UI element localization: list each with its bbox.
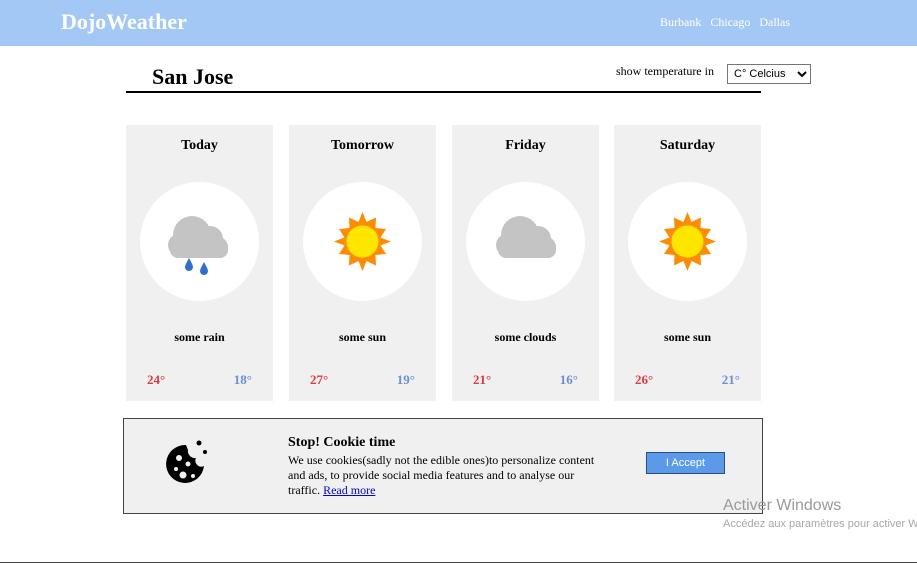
forecast-card-today: Today some rain 24° 18° — [126, 125, 273, 401]
weather-icon-circle — [303, 182, 422, 301]
low-temp: 21° — [721, 372, 740, 387]
high-temp: 27° — [310, 372, 329, 387]
bottom-border — [0, 562, 917, 563]
forecast-description: some sun — [663, 330, 711, 344]
cookie-title: Stop! Cookie time — [288, 435, 396, 450]
weather-icon-circle — [466, 182, 585, 301]
forecast-card-tomorrow: Tomorrow some sun 27° 19° — [289, 125, 436, 401]
forecast-day: Today — [181, 138, 218, 153]
forecast-description: some sun — [338, 330, 386, 344]
title-divider — [126, 91, 761, 93]
nav-link-chicago[interactable]: Chicago — [710, 15, 750, 29]
cookie-icon — [166, 439, 208, 496]
forecast-day: Saturday — [659, 138, 716, 153]
cookie-message: We use cookies(sadly not the edible ones… — [288, 453, 598, 498]
cookie-banner: Stop! Cookie time We use cookies(sadly n… — [123, 418, 763, 514]
forecast-day: Friday — [505, 138, 546, 153]
city-title: San Jose — [152, 64, 234, 89]
forecast-description: some clouds — [494, 330, 557, 344]
accept-cookies-button[interactable]: I Accept — [646, 452, 725, 474]
cloud-icon — [496, 216, 556, 258]
forecast-card-saturday: Saturday some sun 26° 21° — [614, 125, 761, 401]
sun-icon — [334, 212, 391, 271]
activation-watermark-subtitle: Accédez aux paramètres pour activer Wind… — [723, 518, 917, 530]
sun-icon — [659, 212, 716, 271]
low-temp: 19° — [396, 372, 415, 387]
weather-icon-circle — [628, 182, 747, 301]
low-temp: 16° — [559, 372, 578, 387]
weather-icon-circle — [140, 182, 259, 301]
high-temp: 24° — [147, 372, 166, 387]
activation-watermark-title: Activer Windows — [723, 497, 842, 514]
read-more-link[interactable]: Read more — [323, 483, 375, 497]
nav-link-dallas[interactable]: Dallas — [759, 15, 790, 29]
nav-link-burbank[interactable]: Burbank — [660, 15, 701, 29]
top-navbar: DojoWeather Burbank Chicago Dallas — [0, 0, 917, 46]
forecast-description: some rain — [174, 330, 225, 344]
brand-logo[interactable]: DojoWeather — [61, 9, 187, 35]
high-temp: 21° — [473, 372, 492, 387]
low-temp: 18° — [233, 372, 252, 387]
unit-label: show temperature in — [616, 64, 714, 78]
high-temp: 26° — [635, 372, 654, 387]
rain-cloud-icon — [168, 216, 228, 275]
city-nav: Burbank Chicago Dallas — [660, 15, 796, 30]
unit-select[interactable]: C° Celcius F° Fahrenheit — [727, 64, 811, 84]
forecast-card-friday: Friday some clouds 21° 16° — [452, 125, 599, 401]
forecast-day: Tomorrow — [331, 138, 394, 153]
